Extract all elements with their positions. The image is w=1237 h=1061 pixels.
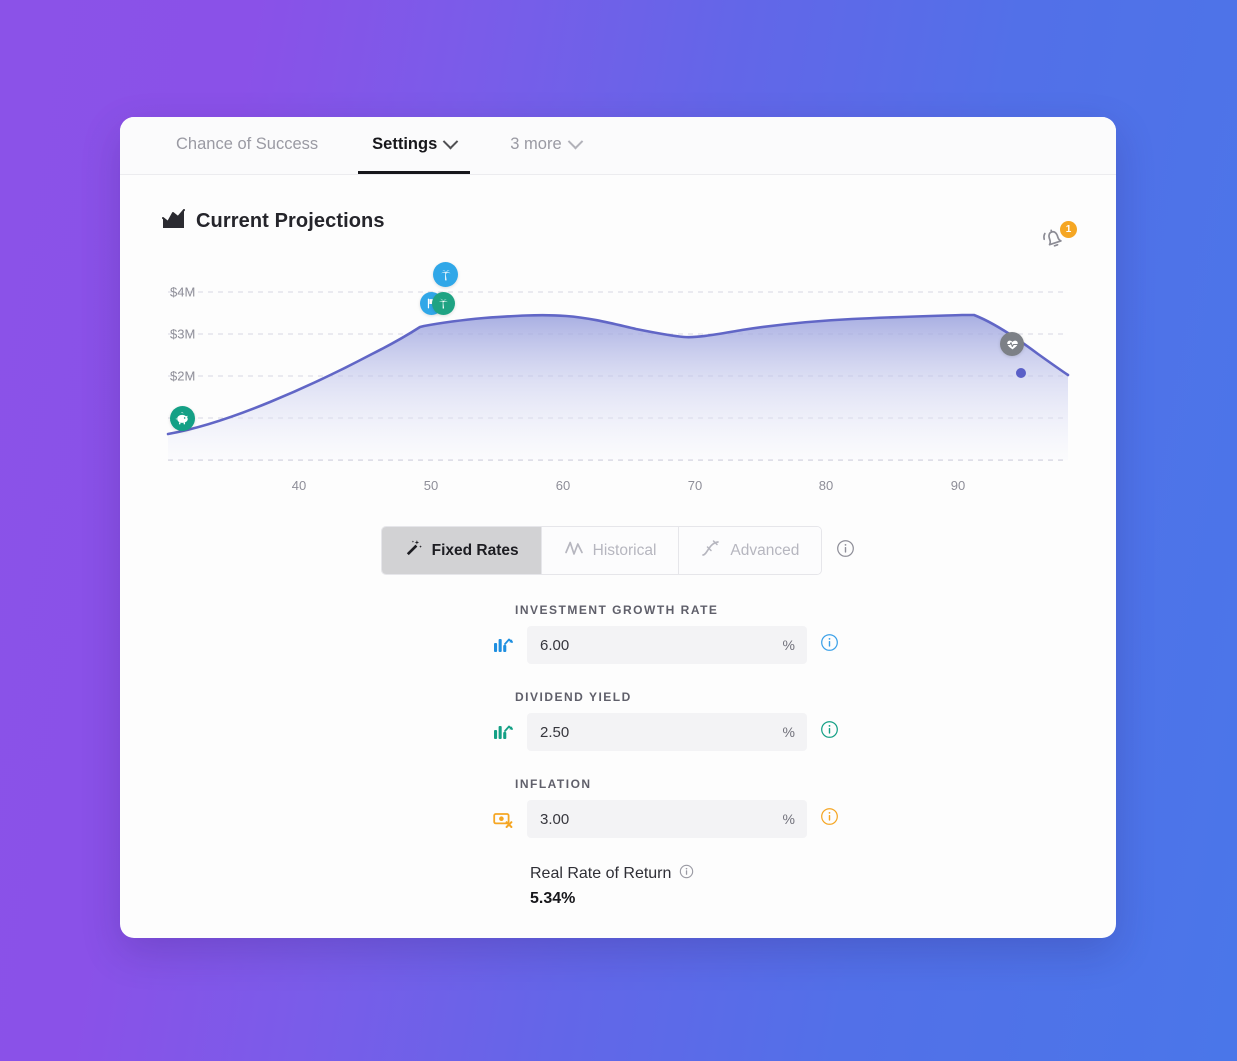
notification-badge: 1 [1060,221,1077,238]
area-chart-icon [162,209,185,234]
magic-wand-icon [404,539,423,563]
end-point-dot [1016,368,1026,378]
dividend-yield-input[interactable] [527,713,807,751]
dividend-yield-info-icon[interactable] [820,720,839,744]
x-tick-label: 80 [818,478,834,493]
spline-plot-icon [701,539,721,563]
notification-bell-button[interactable]: 1 [1040,221,1077,259]
rate-mode-row: Fixed Rates Historical Advanced [162,526,1074,575]
real-rate-of-return: Real Rate of Return 5.34% [530,864,1074,908]
investment-growth-rate-info-icon[interactable] [820,633,839,657]
tab-historical[interactable]: Historical [541,527,680,574]
tab-chance-of-success[interactable]: Chance of Success [162,117,332,174]
piggy-bank-icon [175,412,188,425]
x-tick-label: 70 [687,478,703,493]
tab-settings[interactable]: Settings [358,117,471,174]
money-decrease-icon [492,808,514,830]
x-tick-label: 50 [423,478,439,493]
section-header: Current Projections [162,209,1074,234]
segment-label: Fixed Rates [431,541,519,559]
label-investment-growth-rate: Investment Growth Rate [515,603,719,617]
segment-label: Historical [592,541,657,559]
card-body: Current Projections 1 $4M $3M $2M 40 50 … [120,209,1116,908]
real-rate-label-row: Real Rate of Return [530,864,1074,884]
projection-chart: $4M $3M $2M $1M 40 50 60 70 80 90 [162,256,1074,508]
percent-unit: % [782,637,795,653]
label-dividend-yield: Dividend Yield [515,690,632,704]
zigzag-line-icon [564,539,584,563]
page-title: Current Projections [196,210,385,232]
chevron-down-icon [567,133,583,149]
row-dividend-yield: % [492,713,1074,751]
rate-mode-segmented-control: Fixed Rates Historical Advanced [380,526,823,575]
savings-marker[interactable] [170,406,195,431]
rate-mode-info-icon[interactable] [836,539,855,563]
segment-label: Advanced [730,541,800,559]
chevron-down-icon [442,133,459,149]
x-tick-label: 60 [555,478,571,493]
input-shell: % [527,626,807,664]
percent-unit: % [782,811,795,827]
tab-advanced[interactable]: Advanced [679,527,822,574]
inflation-input[interactable] [527,800,807,838]
palm-tree-icon [440,269,450,280]
investment-growth-rate-input[interactable] [527,626,807,664]
real-rate-label: Real Rate of Return [530,865,672,882]
retirement-marker-green[interactable] [432,292,455,315]
tab-more[interactable]: 3 more [496,117,594,174]
heartbeat-icon [1005,340,1019,349]
real-rate-value: 5.34% [530,890,576,907]
tab-label: Settings [372,134,438,153]
input-shell: % [527,800,807,838]
real-rate-info-icon[interactable] [679,864,694,884]
x-tick-label: 90 [950,478,966,493]
tab-fixed-rates[interactable]: Fixed Rates [381,527,542,574]
retirement-marker-blue[interactable] [433,262,458,287]
tab-bar: Chance of Success Settings 3 more [120,117,1116,175]
percent-unit: % [782,724,795,740]
growth-chart-icon [492,634,514,656]
end-of-plan-marker[interactable] [1000,332,1024,356]
growth-chart-icon [492,721,514,743]
inflation-info-icon[interactable] [820,807,839,831]
rates-form: Investment Growth Rate % [162,603,1074,908]
projections-card: Chance of Success Settings 3 more Curren… [120,117,1116,938]
palm-tree-icon [439,298,448,309]
row-inflation: % [492,800,1074,838]
x-tick-label: 40 [291,478,307,493]
tab-label: 3 more [510,134,562,153]
row-investment-growth-rate: % [492,626,1074,664]
tab-label: Chance of Success [176,134,319,153]
input-shell: % [527,713,807,751]
chart-svg [166,291,1070,461]
label-inflation: Inflation [515,777,592,791]
